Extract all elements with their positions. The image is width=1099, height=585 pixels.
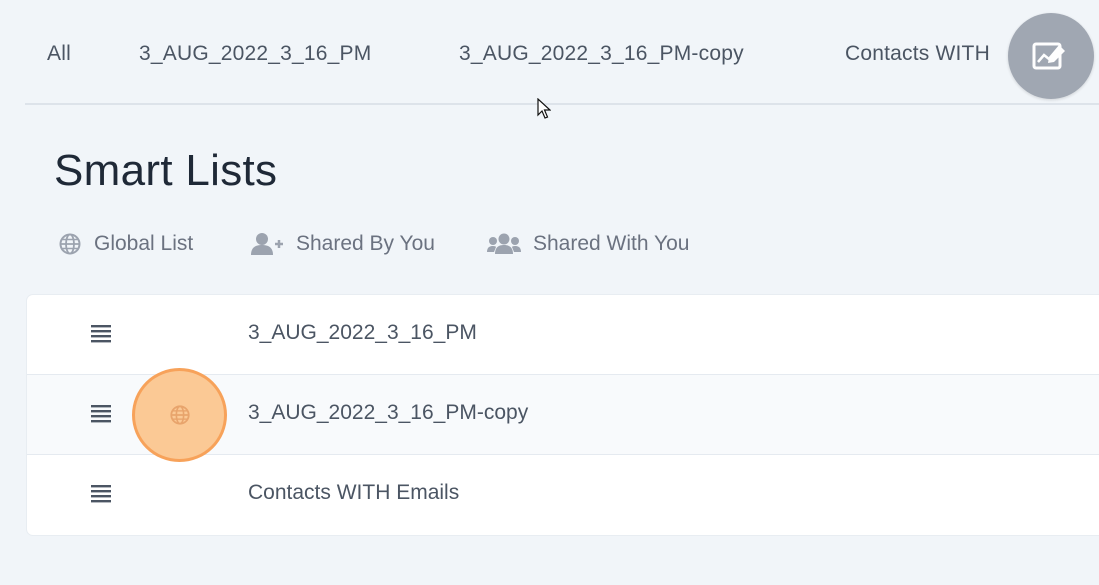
drag-handle-icon[interactable] [91, 484, 111, 504]
globe-icon[interactable] [169, 404, 191, 426]
list-row[interactable]: Contacts WITH Emails [27, 455, 1099, 535]
list-tabs: All 3_AUG_2022_3_16_PM 3_AUG_2022_3_16_P… [25, 0, 1099, 105]
click-highlight [132, 368, 227, 462]
tab-3-aug-2022-copy[interactable]: 3_AUG_2022_3_16_PM-copy [459, 42, 744, 66]
page-title: Smart Lists [54, 146, 278, 195]
filter-label: Shared By You [296, 232, 435, 255]
filter-shared-with-you[interactable]: Shared With You [487, 232, 689, 256]
tab-3-aug-2022[interactable]: 3_AUG_2022_3_16_PM [139, 42, 371, 66]
users-icon [487, 232, 521, 256]
drag-handle-icon[interactable] [91, 404, 111, 424]
filter-label: Shared With You [533, 232, 690, 255]
user-plus-icon [250, 232, 284, 256]
tab-contacts-with-emails[interactable]: Contacts WITH [845, 42, 990, 66]
tab-all[interactable]: All [47, 42, 71, 66]
list-name[interactable]: 3_AUG_2022_3_16_PM [248, 321, 477, 345]
chart-edit-button[interactable] [1008, 13, 1094, 99]
filter-label: Global List [94, 232, 194, 255]
mouse-cursor-icon [537, 98, 551, 119]
list-row[interactable]: 3_AUG_2022_3_16_PM [27, 295, 1099, 375]
filter-shared-by-you[interactable]: Shared By You [250, 232, 435, 256]
chart-edit-icon [1032, 42, 1065, 70]
drag-handle-icon[interactable] [91, 324, 111, 344]
globe-icon [58, 232, 82, 256]
filter-global-list[interactable]: Global List [58, 232, 193, 256]
list-name[interactable]: Contacts WITH Emails [248, 481, 459, 505]
list-name[interactable]: 3_AUG_2022_3_16_PM-copy [248, 401, 528, 425]
